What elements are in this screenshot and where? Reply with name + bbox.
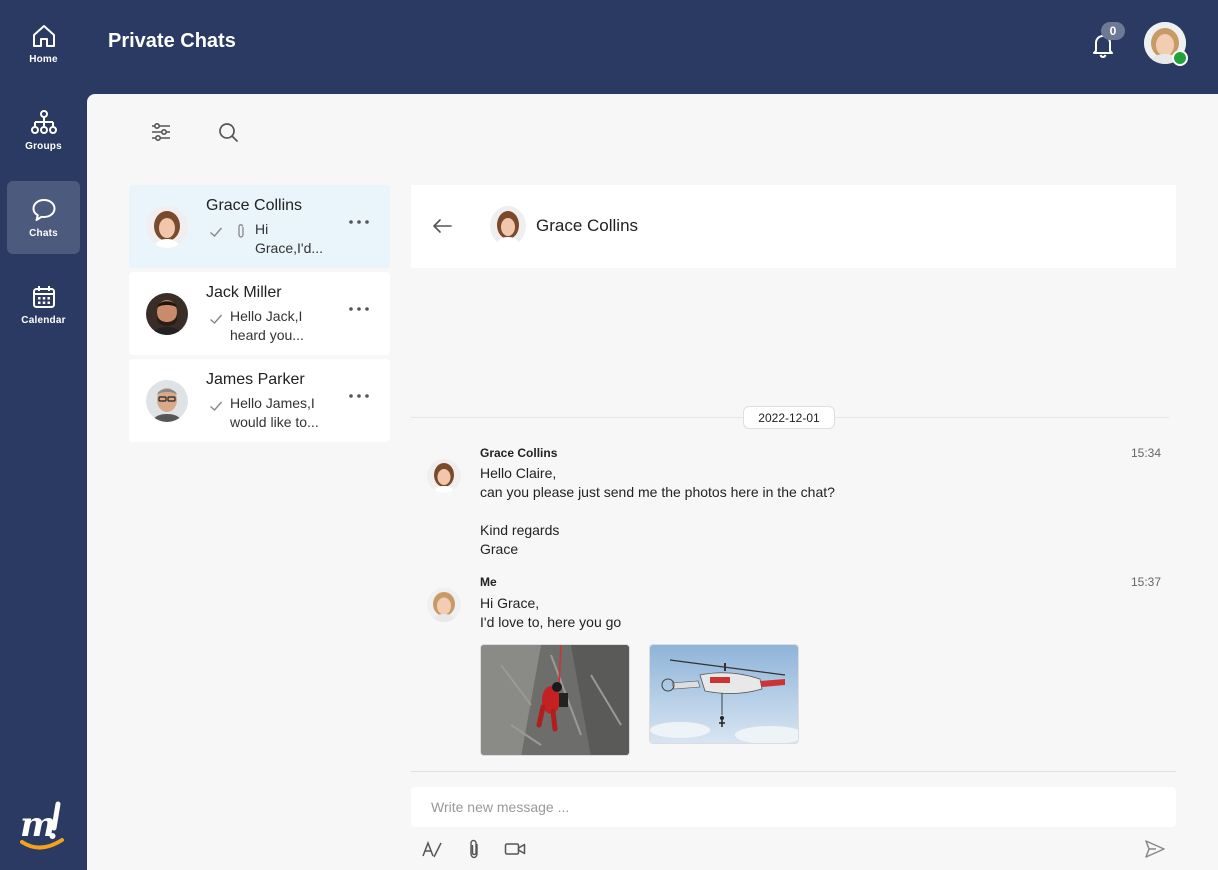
read-check-icon [210,401,223,411]
video-camera-icon[interactable] [504,838,526,860]
calendar-icon [32,286,55,308]
chat-list-item[interactable]: James Parker Hello James,I would like to… [129,359,390,442]
conversation-header: Grace Collins [411,185,1176,268]
message-input[interactable] [411,787,1176,827]
nav-label-groups: Groups [25,141,62,152]
photo-attachment-helicopter[interactable] [649,644,799,744]
groups-icon [30,110,57,134]
message-text: Hello Claire, can you please just send m… [480,465,835,557]
composer-divider [411,771,1176,772]
contact-avatar [146,206,188,248]
nav-label-home: Home [29,54,58,65]
nav-item-chats[interactable]: Chats [7,181,80,254]
more-options-icon[interactable] [348,391,370,401]
more-options-icon[interactable] [348,217,370,227]
read-check-icon [210,227,223,237]
photo-attachment-climber[interactable] [480,644,630,756]
message-preview: Hello James,I would like to... [230,395,319,430]
notification-count-badge: 0 [1101,22,1125,40]
page-title: Private Chats [108,30,236,52]
date-label: 2022-12-01 [743,406,835,429]
message-avatar [427,588,461,622]
chat-bubble-icon [32,199,55,221]
message-text: Hi Grace, I'd love to, here you go [480,595,622,630]
chat-list-item[interactable]: Grace Collins Hi Grace,I'd... [129,185,390,268]
app-logo: m [20,801,64,850]
nav-item-calendar[interactable]: Calendar [7,268,80,341]
nav-label-chats: Chats [29,228,58,239]
message-time: 15:34 [1131,446,1162,460]
read-check-icon [210,314,223,324]
contact-name: Jack Miller [206,284,282,301]
attachment-icon[interactable] [463,838,485,860]
send-icon[interactable] [1144,838,1166,860]
svg-text:m: m [20,805,56,845]
message-preview: Hi Grace,I'd... [255,221,324,256]
back-arrow-icon[interactable] [431,215,453,237]
message-avatar [427,459,461,493]
attachment-icon [238,224,244,238]
message-time: 15:37 [1131,575,1162,589]
search-icon[interactable] [217,121,239,143]
more-options-icon[interactable] [348,304,370,314]
message-sender: Grace Collins [480,446,558,460]
contact-avatar [146,380,188,422]
left-nav-rail: Home Groups Chats Calendar m [0,0,87,870]
nav-item-home[interactable]: Home [7,7,80,80]
conversation-title: Grace Collins [536,216,639,235]
filter-sliders-icon[interactable] [150,121,172,143]
contact-avatar [490,206,526,246]
nav-item-groups[interactable]: Groups [7,94,80,167]
message-sender: Me [480,575,497,589]
nav-label-calendar: Calendar [21,315,66,326]
main-panel: Grace Collins Hi Grace,I'd... Jack Mille… [87,94,1218,870]
online-status-indicator [1172,50,1188,66]
contact-avatar [146,293,188,335]
contact-name: Grace Collins [206,197,303,214]
message-preview: Hello Jack,I heard you... [230,308,304,343]
contact-name: James Parker [206,371,305,388]
text-format-icon[interactable] [421,838,443,860]
chat-list-item[interactable]: Jack Miller Hello Jack,I heard you... [129,272,390,355]
home-icon [32,25,55,47]
